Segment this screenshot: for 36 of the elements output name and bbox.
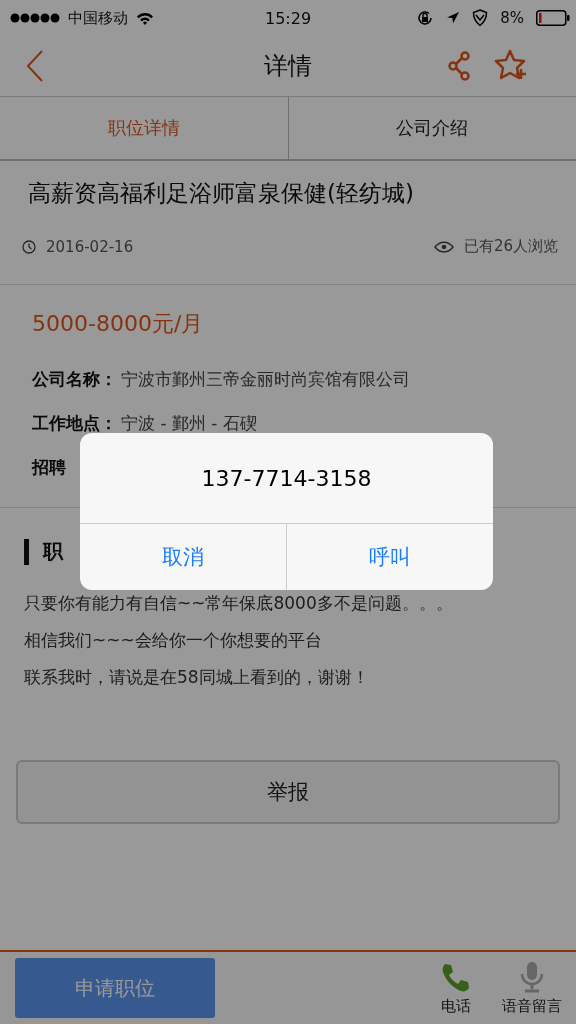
- section-marker: [24, 538, 29, 565]
- eye-icon: [433, 240, 454, 253]
- rotation-lock-icon: [416, 9, 435, 27]
- page-title: 详情: [264, 51, 312, 82]
- dialog-button[interactable]: 取消: [80, 524, 286, 590]
- share-icon[interactable]: [448, 51, 472, 81]
- microphone-icon: [519, 960, 545, 993]
- dialog-button[interactable]: 呼叫: [286, 524, 493, 590]
- field-value: 宁波市鄞州三帝金丽时尚宾馆有限公司: [121, 368, 410, 391]
- field-label: 公司名称：: [32, 368, 117, 391]
- shield-icon: [472, 9, 489, 27]
- field-label: 工作地点：: [32, 412, 117, 435]
- clock-icon: [22, 239, 36, 254]
- back-icon[interactable]: [26, 50, 44, 82]
- section-heading: 职: [43, 538, 63, 565]
- phone-number: 137-7714-3158: [200, 464, 373, 493]
- battery-icon: [536, 10, 570, 26]
- description-line: 相信我们~~~会给你一个你想要的平台: [24, 629, 323, 652]
- wifi-icon: [136, 11, 154, 25]
- clock-time: 15:29: [264, 8, 312, 28]
- report-button[interactable]: 举报: [16, 760, 560, 824]
- signal-icon: [10, 13, 60, 23]
- salary: 5000-8000元/月: [32, 310, 205, 338]
- location-arrow-icon: [446, 11, 461, 25]
- carrier-name: 中国移动: [68, 8, 128, 28]
- post-date: 2016-02-16: [46, 237, 134, 256]
- tab[interactable]: 公司介绍: [287, 97, 576, 159]
- field-label: 招聘: [32, 456, 66, 479]
- description-line: 只要你有能力有自信~~常年保底8000多不是问题。。。: [24, 592, 454, 615]
- field-value: 宁波 - 鄞州 - 石碶: [121, 412, 257, 435]
- phone-button[interactable]: 电话: [440, 960, 472, 1016]
- job-title: 高薪资高福利足浴师富泉保健(轻纺城): [28, 179, 415, 208]
- battery-percent: 8%: [500, 9, 524, 27]
- description-line: 联系我时，请说是在58同城上看到的，谢谢！: [24, 666, 370, 689]
- voice-message-button[interactable]: 语音留言: [502, 960, 562, 1016]
- view-count: 已有26人浏览: [463, 237, 558, 256]
